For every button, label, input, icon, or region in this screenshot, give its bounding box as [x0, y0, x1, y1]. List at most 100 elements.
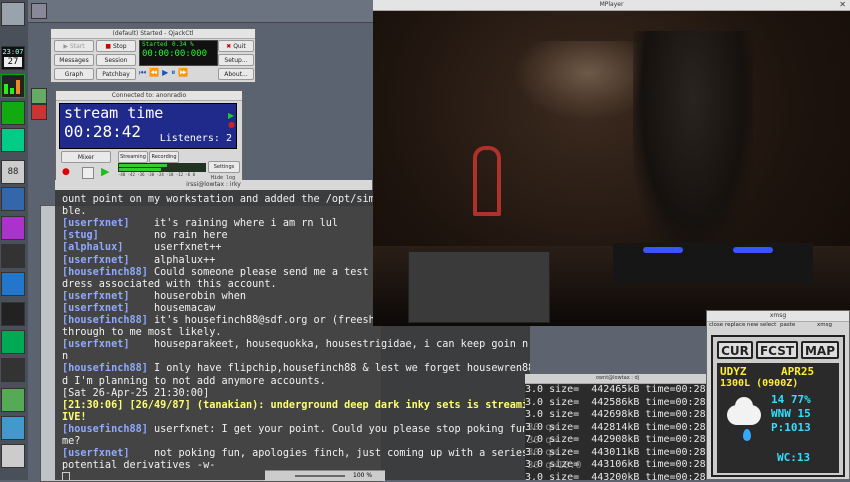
start-button[interactable]: ▶ Start: [54, 40, 94, 52]
chat-text: me?: [62, 436, 81, 447]
zoom-slider-track[interactable]: [295, 475, 345, 477]
chat-text: it's raining where i am rn lul: [154, 218, 339, 230]
about-button[interactable]: About...: [218, 68, 254, 80]
chat-text: potential derivatives -w-: [62, 460, 216, 472]
chat-input-cursor[interactable]: [62, 472, 70, 480]
setup-button[interactable]: Setup...: [218, 54, 254, 66]
menu-xmsg: xmsg: [817, 322, 832, 328]
chat-line: [stug] no rain here: [62, 230, 228, 242]
graph-button[interactable]: Graph: [54, 68, 94, 80]
chat-text: ount point on my workstation and added t…: [62, 194, 394, 205]
dock-clock-icon[interactable]: 23:07 27: [1, 46, 25, 70]
patchbay-button[interactable]: Patchbay: [96, 68, 136, 80]
weather-pressure: P:1013: [771, 421, 811, 434]
forward-icon[interactable]: ⏩: [178, 68, 191, 77]
chat-text: Could someone please send me a test ema: [154, 266, 394, 278]
stream-panel-title: Connected to: anonradio: [56, 91, 242, 101]
dock-graph-monitor-icon[interactable]: [1, 101, 25, 125]
status-load: 0.34 %: [172, 41, 194, 48]
dock-tile-panel-icon[interactable]: [1, 388, 25, 412]
chat-line: [housefinch88] userfxnet: I get your poi…: [62, 424, 530, 436]
chat-window-title: irssi@lowtax : irky: [186, 181, 241, 188]
chat-line: d I'm planning to not add anymore accoun…: [62, 376, 326, 388]
play-icon[interactable]: ▶: [162, 68, 171, 77]
weather-title: xmsg: [707, 311, 849, 322]
messages-button[interactable]: Messages: [54, 54, 94, 66]
weather-tab-fcst[interactable]: FCST: [756, 341, 798, 359]
menu-new[interactable]: new: [747, 322, 758, 328]
play-stream-icon[interactable]: ▶: [101, 165, 109, 178]
weather-time: 1300L (0900Z): [720, 378, 799, 389]
weather-date: APR25: [781, 365, 815, 378]
session-label: Session: [104, 57, 128, 64]
menu-select[interactable]: select: [760, 322, 776, 328]
desktop-taskbar-top: [28, 0, 373, 23]
chat-nick: [housefinch88]: [62, 363, 148, 375]
record-icon[interactable]: ●: [62, 167, 72, 177]
stop-stream-icon[interactable]: [82, 167, 94, 179]
weather-tab-map[interactable]: MAP: [801, 341, 839, 359]
dock-tile-clown-icon[interactable]: [1, 216, 25, 240]
chat-text: no rain here: [154, 230, 228, 242]
rewind-icon[interactable]: ⏪: [149, 68, 162, 77]
log-line: 3.0 size= 442586kB time=00:28:0: [525, 396, 710, 408]
log-line: 3.0 size= 442814kB time=00:28:0: [525, 421, 710, 433]
qjackctl-title: (default) Started - QjackCtl: [51, 29, 255, 39]
menu-replace[interactable]: replace: [725, 322, 745, 328]
chat-text: houseparakeet, housequokka, housestrigid…: [154, 339, 530, 351]
chat-line: dress associated with this account.: [62, 279, 277, 291]
transport-controls: ⏮⏪▶⏸⏩: [139, 68, 216, 80]
chat-line: ble.: [62, 206, 87, 218]
mini-icon-2[interactable]: [31, 88, 47, 104]
dock-counter-icon[interactable]: 88: [1, 160, 25, 184]
chat-nick: [userfxnet]: [62, 302, 130, 314]
chat-text: not poking fun, apologies finch, just co…: [154, 448, 530, 460]
rewind-start-icon[interactable]: ⏮: [139, 68, 149, 77]
stop-button[interactable]: ■ Stop: [96, 40, 136, 52]
dock-cpu-monitor-icon[interactable]: [1, 74, 25, 98]
mixer-button[interactable]: Mixer: [61, 151, 111, 163]
dock-tile-blue-icon[interactable]: [1, 272, 25, 296]
dock-tile-monitor-icon[interactable]: [1, 330, 25, 354]
dock-tile-panel2-icon[interactable]: [1, 416, 25, 440]
streaming-tab[interactable]: Streaming: [118, 151, 148, 163]
person-silhouette: [633, 31, 753, 251]
chat-line: [alphalux] userfxnet++: [62, 242, 221, 254]
dock-network-monitor-icon[interactable]: [1, 128, 25, 152]
quit-label: Quit: [233, 43, 246, 50]
chat-text: userfxnet: I get your point. Could you p…: [154, 423, 530, 435]
ffmpeg-log-window[interactable]: ownt@lowtax : dj frame=50538 fps= 30 q=f…: [525, 374, 710, 480]
dock-tile-skull-icon[interactable]: [1, 244, 25, 268]
settings-button[interactable]: Settings: [208, 161, 240, 173]
weather-menu: close replace new select paste xmsg: [707, 322, 849, 331]
weather-tab-fcst-label: FCST: [759, 344, 795, 358]
menu-close[interactable]: close: [709, 322, 723, 328]
dock-tile-panel3-icon[interactable]: [1, 444, 25, 468]
dock-tile-bars-icon[interactable]: [1, 358, 25, 382]
chat-line: [userfxnet] alphalux++: [62, 255, 215, 267]
chat-text: housemacaw: [154, 302, 216, 314]
chat-nick: [userfxnet]: [62, 218, 130, 230]
weather-panel: CUR FCST MAP UDYZ APR25 1300L (0900Z) 14…: [711, 335, 845, 477]
qjackctl-status-display: Started 0.34 % 00:00:00:000: [139, 40, 218, 66]
laptop: [408, 251, 550, 323]
chat-nick: [userfxnet]: [62, 339, 130, 351]
mini-icon-1[interactable]: [31, 3, 47, 19]
mplayer-close-icon[interactable]: ✕: [839, 0, 846, 9]
cloud-rain-icon: [723, 397, 763, 447]
session-button[interactable]: Session: [96, 54, 136, 66]
dock-tile-app[interactable]: [1, 187, 25, 211]
recording-tab[interactable]: Recording: [149, 151, 179, 163]
settings-label: Settings: [213, 164, 235, 170]
weather-tab-cur[interactable]: CUR: [717, 341, 753, 359]
quit-button[interactable]: ✖ Quit: [218, 40, 254, 52]
chat-line: ount point on my workstation and added t…: [62, 194, 393, 206]
chat-line: [21:30:06] [26/49/87] (tanakian): underg…: [62, 400, 530, 412]
chat-text: [21:30:06] [26/49/87] (tanakian): underg…: [62, 399, 530, 411]
menu-paste[interactable]: paste: [780, 322, 795, 328]
dock-tile-dark-icon[interactable]: [1, 302, 25, 326]
stream-meter-scale: -48 -42 -36 -30 -24 -18 -12 -6 0: [118, 172, 196, 177]
dock-tile-terminal[interactable]: [1, 2, 25, 26]
chat-window-titlebar: irssi@lowtax : irky: [55, 180, 372, 190]
mini-icon-3[interactable]: [31, 104, 47, 120]
